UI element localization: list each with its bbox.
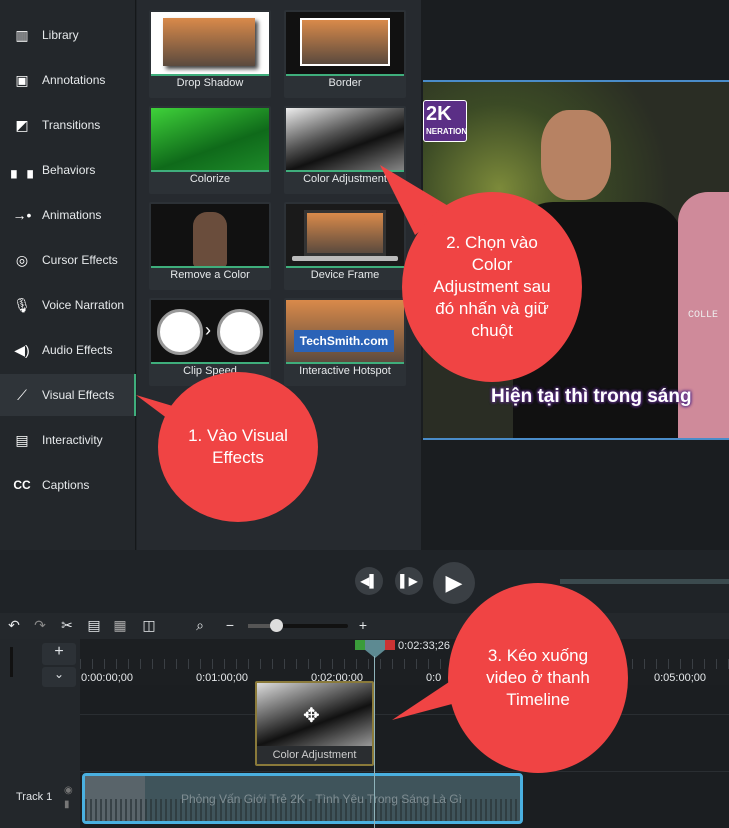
- playhead-line: [374, 656, 375, 828]
- step-forward-button[interactable]: ▌▶: [395, 567, 423, 595]
- sidebar-item-transitions[interactable]: ◩ Transitions: [0, 104, 136, 146]
- undo-icon[interactable]: ↶: [4, 617, 24, 634]
- sidebar-item-label: Audio Effects: [42, 343, 113, 357]
- track-headers: + ⌄ Track 1 ◉ ▮: [0, 639, 80, 828]
- clip-title: Phỏng Vấn Giới Trẻ 2K - Tình Yêu Trong S…: [181, 792, 462, 806]
- sidebar-item-label: Behaviors: [42, 163, 96, 177]
- sidebar-item-label: Animations: [42, 208, 102, 222]
- annotations-icon: ▣: [15, 71, 29, 88]
- sidebar-item-cursor-effects[interactable]: ◎ Cursor Effects: [0, 239, 136, 281]
- channel-logo: 2K NERATION: [423, 100, 467, 142]
- zoom-out-button[interactable]: −: [220, 617, 240, 633]
- sidebar-item-label: Transitions: [42, 118, 101, 132]
- eye-icon[interactable]: ◉: [64, 785, 73, 796]
- effect-label: Interactive Hotspot: [299, 365, 391, 377]
- effect-label: Border: [328, 77, 362, 89]
- paste-icon[interactable]: ▦: [110, 617, 130, 634]
- sidebar-item-label: Cursor Effects: [42, 253, 118, 267]
- playback-scrubber[interactable]: [560, 579, 729, 584]
- lock-icon[interactable]: ▮: [64, 799, 70, 810]
- copy-icon[interactable]: ▤: [84, 617, 104, 634]
- library-icon: ▥: [15, 26, 29, 43]
- step-back-button[interactable]: ◀▌: [355, 567, 383, 595]
- effect-interactive-hotspot[interactable]: TechSmith.com Interactive Hotspot: [284, 298, 406, 386]
- effect-label: Device Frame: [310, 269, 380, 281]
- sidebar-item-library[interactable]: ▥ Library: [0, 14, 136, 56]
- playhead-time: 0:02:33;26: [398, 640, 450, 652]
- effect-label: Colorize: [189, 173, 231, 185]
- magic-wand-icon: ⟋: [17, 386, 27, 403]
- callout-2: 2. Chọn vào Color Adjustment sau đó nhấn…: [402, 192, 582, 382]
- track-height-slider[interactable]: [10, 647, 13, 677]
- zoom-slider[interactable]: [248, 619, 348, 632]
- effect-drop-shadow[interactable]: Drop Shadow: [149, 10, 271, 98]
- ruler-tick-label: 0:00:00;00: [81, 672, 133, 684]
- timeline-toolbar: ↶ ↷ ✂ ▤ ▦ ◫ ⌕ − +: [0, 613, 729, 639]
- sidebar-item-visual-effects[interactable]: ⟋ Visual Effects: [0, 374, 136, 416]
- transitions-icon: ◩: [15, 116, 29, 133]
- microphone-icon: 🎙: [13, 296, 31, 313]
- shirt-text: COLLE: [688, 310, 719, 321]
- split-icon[interactable]: ◫: [139, 617, 159, 634]
- ruler-tick-label: 0:01:00;00: [196, 672, 248, 684]
- ruler-tick-label: 0:05:00;00: [654, 672, 706, 684]
- cc-icon: CC: [13, 478, 31, 492]
- redo-icon[interactable]: ↷: [30, 617, 50, 634]
- zoom-slider-thumb[interactable]: [270, 619, 283, 632]
- sidebar: ▥ Library ▣ Annotations ◩ Transitions ▖▗ Beh…: [0, 0, 136, 550]
- play-button[interactable]: ▶: [433, 562, 475, 604]
- sidebar-item-label: Library: [42, 28, 79, 42]
- add-track-button[interactable]: +: [42, 643, 76, 665]
- track-label: Track 1: [16, 791, 53, 803]
- video-subtitle: Hiện tại thì trong sáng: [491, 386, 692, 407]
- playback-controls: ◀▌ ▌▶ ▶: [0, 550, 729, 613]
- sidebar-item-interactivity[interactable]: ▤ Interactivity: [0, 419, 136, 461]
- move-cursor-icon: ✥: [303, 705, 320, 727]
- cursor-effects-icon: ◎: [15, 251, 29, 268]
- animations-icon: →•: [12, 207, 32, 223]
- sidebar-item-voice-narration[interactable]: 🎙 Voice Narration: [0, 284, 136, 326]
- ruler-tick-label: 0:0: [426, 672, 442, 684]
- collapse-button[interactable]: ⌄: [42, 667, 76, 687]
- track-1-video-clip[interactable]: Phỏng Vấn Giới Trẻ 2K - Tình Yêu Trong S…: [82, 773, 523, 824]
- zoom-in-button[interactable]: +: [353, 617, 373, 633]
- sidebar-item-captions[interactable]: CC Captions: [0, 464, 136, 506]
- cut-icon[interactable]: ✂: [57, 617, 77, 634]
- effect-label: Drop Shadow: [176, 77, 244, 89]
- effect-label: Remove a Color: [170, 269, 250, 281]
- hotspot-thumb-text: TechSmith.com: [294, 330, 394, 352]
- sidebar-item-label: Visual Effects: [42, 388, 115, 402]
- sidebar-item-behaviors[interactable]: ▖▗ Behaviors: [0, 149, 136, 191]
- sidebar-item-label: Voice Narration: [42, 298, 125, 312]
- callout-3: 3. Kéo xuống video ở thanh Timeline: [448, 583, 628, 773]
- sidebar-item-label: Captions: [42, 478, 90, 492]
- sidebar-item-label: Interactivity: [42, 433, 103, 447]
- dragged-effect-clip[interactable]: ✥ Color Adjustment: [255, 681, 374, 766]
- callout-1: 1. Vào Visual Effects: [158, 372, 318, 522]
- behaviors-icon: ▖▗: [11, 161, 33, 178]
- sidebar-item-label: Annotations: [42, 73, 106, 87]
- effect-color-adjustment[interactable]: Color Adjustment: [284, 106, 406, 194]
- effect-colorize[interactable]: Colorize: [149, 106, 271, 194]
- effect-device-frame[interactable]: Device Frame: [284, 202, 406, 290]
- sidebar-item-annotations[interactable]: ▣ Annotations: [0, 59, 136, 101]
- zoom-icon: ⌕: [196, 617, 204, 633]
- sidebar-item-animations[interactable]: →• Animations: [0, 194, 136, 236]
- interactivity-icon: ▤: [15, 431, 29, 448]
- person-face: [541, 110, 611, 200]
- sidebar-item-audio-effects[interactable]: ◀) Audio Effects: [0, 329, 136, 371]
- dragged-clip-label: Color Adjustment: [272, 749, 357, 761]
- speaker-icon: ◀): [14, 341, 30, 358]
- effect-remove-a-color[interactable]: Remove a Color: [149, 202, 271, 290]
- effect-border[interactable]: Border: [284, 10, 406, 98]
